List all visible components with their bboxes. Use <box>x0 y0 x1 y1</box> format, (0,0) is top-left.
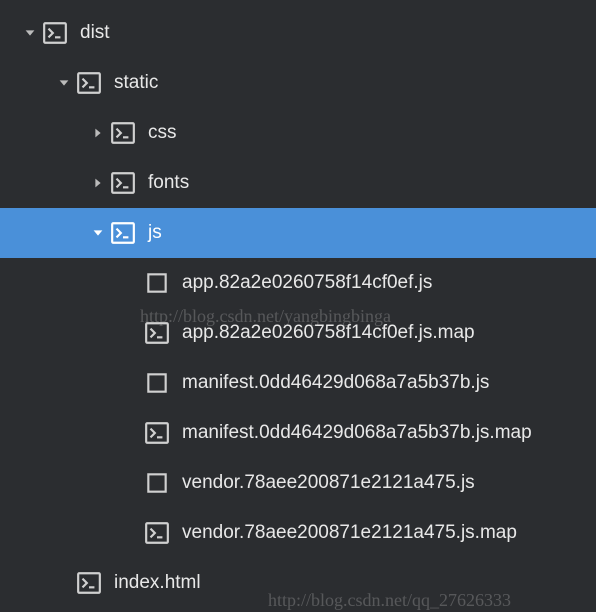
terminal-icon <box>110 120 136 146</box>
tree-item-label: index.html <box>114 572 201 594</box>
tree-row[interactable]: css <box>0 108 596 158</box>
tree-item-label: fonts <box>148 172 189 194</box>
tree-item-label: manifest.0dd46429d068a7a5b37b.js.map <box>182 422 532 444</box>
tree-row[interactable]: manifest.0dd46429d068a7a5b37b.js <box>0 358 596 408</box>
tree-row[interactable]: dist <box>0 8 596 58</box>
chevron-down-icon[interactable] <box>52 76 76 90</box>
tree-row[interactable]: vendor.78aee200871e2121a475.js.map <box>0 508 596 558</box>
tree-item-label: app.82a2e0260758f14cf0ef.js <box>182 272 432 294</box>
tree-row[interactable]: js <box>0 208 596 258</box>
tree-item-label: app.82a2e0260758f14cf0ef.js.map <box>182 322 475 344</box>
terminal-icon <box>110 220 136 246</box>
tree-row[interactable]: static <box>0 58 596 108</box>
file-icon <box>144 370 170 396</box>
file-tree: dist static css fonts js app.82a2e0260758f14c… <box>0 0 596 608</box>
file-icon <box>144 270 170 296</box>
chevron-right-icon[interactable] <box>86 176 110 190</box>
terminal-icon <box>110 170 136 196</box>
terminal-icon <box>144 320 170 346</box>
chevron-down-icon[interactable] <box>86 226 110 240</box>
tree-item-label: static <box>114 72 158 94</box>
tree-item-label: vendor.78aee200871e2121a475.js.map <box>182 522 517 544</box>
file-icon <box>144 470 170 496</box>
terminal-icon <box>144 520 170 546</box>
tree-item-label: css <box>148 122 177 144</box>
terminal-icon <box>144 420 170 446</box>
terminal-icon <box>76 70 102 96</box>
tree-row[interactable]: index.html <box>0 558 596 608</box>
terminal-icon <box>76 570 102 596</box>
tree-row[interactable]: fonts <box>0 158 596 208</box>
tree-row[interactable]: app.82a2e0260758f14cf0ef.js <box>0 258 596 308</box>
terminal-icon <box>42 20 68 46</box>
chevron-down-icon[interactable] <box>18 26 42 40</box>
tree-row[interactable]: manifest.0dd46429d068a7a5b37b.js.map <box>0 408 596 458</box>
tree-row[interactable]: app.82a2e0260758f14cf0ef.js.map <box>0 308 596 358</box>
chevron-right-icon[interactable] <box>86 126 110 140</box>
tree-row[interactable]: vendor.78aee200871e2121a475.js <box>0 458 596 508</box>
tree-item-label: vendor.78aee200871e2121a475.js <box>182 472 475 494</box>
tree-item-label: js <box>148 222 162 244</box>
tree-item-label: dist <box>80 22 110 44</box>
tree-item-label: manifest.0dd46429d068a7a5b37b.js <box>182 372 489 394</box>
